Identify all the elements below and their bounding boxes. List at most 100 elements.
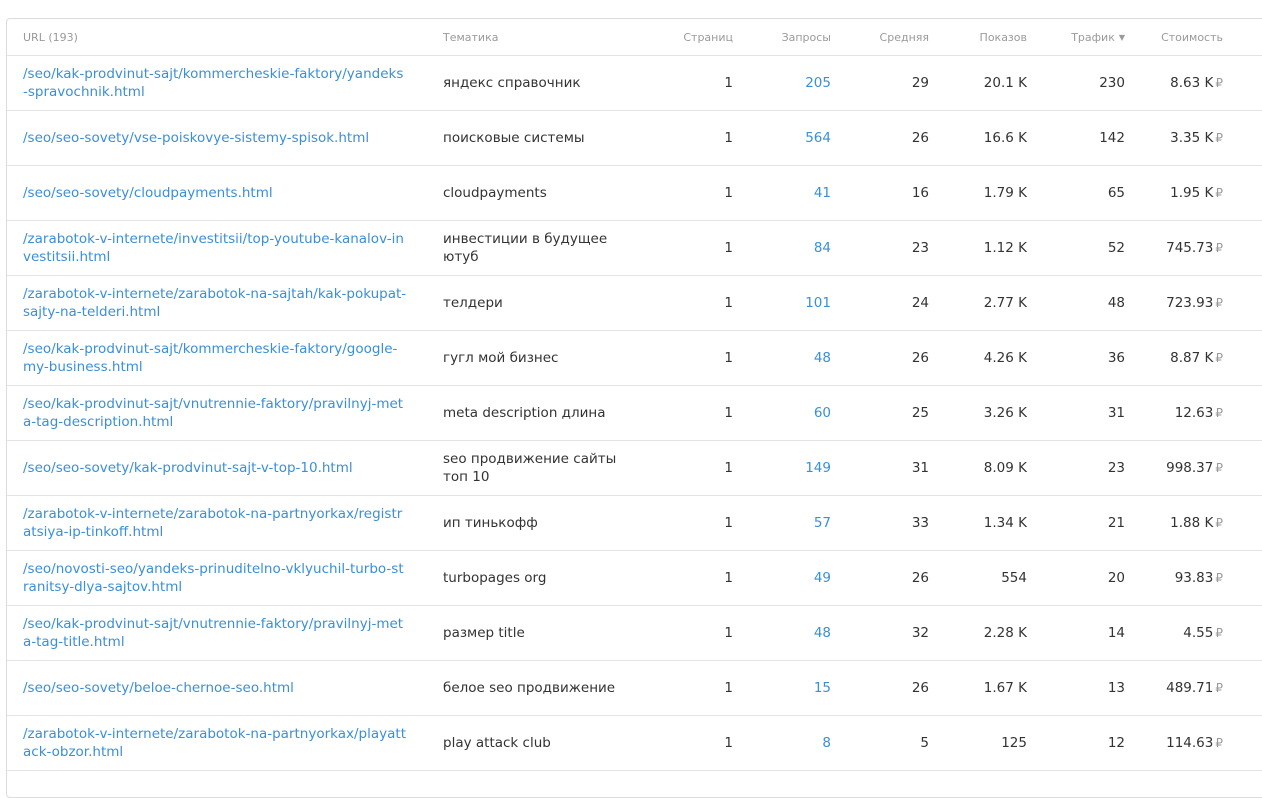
- requests-link[interactable]: 48: [733, 330, 831, 386]
- pages-cell: 1: [627, 385, 733, 441]
- cost-value: 998.37: [1166, 460, 1214, 476]
- ruble-sign: ₽: [1215, 76, 1223, 90]
- average-cell: 5: [831, 715, 929, 771]
- requests-link[interactable]: 149: [733, 440, 831, 496]
- topic-cell: turbopages org: [427, 550, 627, 606]
- topic-cell: cloudpayments: [427, 165, 627, 221]
- pages-cell: 1: [627, 440, 733, 496]
- ruble-sign: ₽: [1215, 736, 1223, 750]
- table-row: /seo/kak-prodvinut-sajt/kommercheskie-fa…: [7, 330, 1262, 386]
- average-cell: 26: [831, 110, 929, 166]
- shows-cell: 1.34 K: [929, 495, 1027, 551]
- header-topic[interactable]: Тематика: [427, 19, 627, 56]
- caret-down-icon: ▼: [1118, 33, 1125, 42]
- topic-cell: белое seo продвижение: [427, 660, 627, 716]
- cost-value: 4.55: [1183, 625, 1214, 641]
- url-link[interactable]: /seo/kak-prodvinut-sajt/kommercheskie-fa…: [7, 55, 427, 111]
- requests-link[interactable]: 15: [733, 660, 831, 716]
- cost-cell: 998.37 ₽: [1125, 440, 1223, 496]
- pages-cell: 1: [627, 275, 733, 331]
- topic-cell: ип тинькофф: [427, 495, 627, 551]
- row-spacer: [1223, 275, 1262, 331]
- header-requests[interactable]: Запросы: [733, 19, 831, 56]
- shows-cell: 3.26 K: [929, 385, 1027, 441]
- ruble-sign: ₽: [1215, 241, 1223, 255]
- url-link[interactable]: /zarabotok-v-internete/zarabotok-na-sajt…: [7, 275, 427, 331]
- url-link[interactable]: /seo/novosti-seo/yandeks-prinuditelno-vk…: [7, 550, 427, 606]
- url-link[interactable]: /seo/seo-sovety/vse-poiskovye-sistemy-sp…: [7, 110, 427, 166]
- url-link[interactable]: /zarabotok-v-internete/zarabotok-na-part…: [7, 495, 427, 551]
- cost-cell: 1.95 K ₽: [1125, 165, 1223, 221]
- traffic-cell: 142: [1027, 110, 1125, 166]
- topic-cell: гугл мой бизнес: [427, 330, 627, 386]
- url-link[interactable]: /seo/kak-prodvinut-sajt/kommercheskie-fa…: [7, 330, 427, 386]
- topic-cell: телдери: [427, 275, 627, 331]
- header-pages[interactable]: Страниц: [627, 19, 733, 56]
- table-row: /zarabotok-v-internete/zarabotok-na-part…: [7, 715, 1262, 771]
- cost-value: 723.93: [1166, 295, 1214, 311]
- ruble-sign: ₽: [1215, 626, 1223, 640]
- requests-link[interactable]: 564: [733, 110, 831, 166]
- url-link[interactable]: /seo/kak-prodvinut-sajt/vnutrennie-fakto…: [7, 605, 427, 661]
- cost-value: 8.63 K: [1170, 75, 1214, 91]
- requests-link[interactable]: 84: [733, 220, 831, 276]
- traffic-cell: 14: [1027, 605, 1125, 661]
- url-link[interactable]: /seo/kak-prodvinut-sajt/vnutrennie-fakto…: [7, 385, 427, 441]
- average-cell: 29: [831, 55, 929, 111]
- row-spacer: [1223, 550, 1262, 606]
- traffic-cell: 31: [1027, 385, 1125, 441]
- header-traffic[interactable]: Трафик ▼: [1027, 19, 1125, 56]
- pages-cell: 1: [627, 715, 733, 771]
- url-table-panel: URL (193) Тематика Страниц Запросы Средн…: [6, 18, 1262, 798]
- requests-link[interactable]: 205: [733, 55, 831, 111]
- url-link[interactable]: /zarabotok-v-internete/zarabotok-na-part…: [7, 715, 427, 771]
- cost-cell: 8.87 K ₽: [1125, 330, 1223, 386]
- table-header-row: URL (193) Тематика Страниц Запросы Средн…: [7, 19, 1262, 56]
- topic-cell: инвестиции в будущее ютуб: [427, 220, 627, 276]
- header-url[interactable]: URL (193): [7, 19, 427, 56]
- requests-link[interactable]: 57: [733, 495, 831, 551]
- table-row: /seo/seo-sovety/beloe-chernoe-seo.html бе…: [7, 660, 1262, 716]
- pages-cell: 1: [627, 55, 733, 111]
- pages-cell: 1: [627, 605, 733, 661]
- pages-cell: 1: [627, 330, 733, 386]
- average-cell: 33: [831, 495, 929, 551]
- table-row: /seo/seo-sovety/cloudpayments.html cloudp…: [7, 165, 1262, 221]
- average-cell: 24: [831, 275, 929, 331]
- requests-link[interactable]: 8: [733, 715, 831, 771]
- shows-cell: 16.6 K: [929, 110, 1027, 166]
- shows-cell: 8.09 K: [929, 440, 1027, 496]
- requests-link[interactable]: 101: [733, 275, 831, 331]
- row-spacer: [1223, 165, 1262, 221]
- header-average[interactable]: Средняя: [831, 19, 929, 56]
- shows-cell: 20.1 K: [929, 55, 1027, 111]
- ruble-sign: ₽: [1215, 296, 1223, 310]
- url-link[interactable]: /seo/seo-sovety/kak-prodvinut-sajt-v-top…: [7, 440, 427, 496]
- pages-cell: 1: [627, 495, 733, 551]
- requests-link[interactable]: 60: [733, 385, 831, 441]
- topic-cell: meta description длина: [427, 385, 627, 441]
- average-cell: 23: [831, 220, 929, 276]
- ruble-sign: ₽: [1215, 351, 1223, 365]
- ruble-sign: ₽: [1215, 681, 1223, 695]
- average-cell: 26: [831, 330, 929, 386]
- row-spacer: [1223, 55, 1262, 111]
- pages-cell: 1: [627, 660, 733, 716]
- cost-cell: 4.55 ₽: [1125, 605, 1223, 661]
- requests-link[interactable]: 48: [733, 605, 831, 661]
- topic-cell: поисковые системы: [427, 110, 627, 166]
- requests-link[interactable]: 49: [733, 550, 831, 606]
- url-link[interactable]: /seo/seo-sovety/beloe-chernoe-seo.html: [7, 660, 427, 716]
- header-shows[interactable]: Показов: [929, 19, 1027, 56]
- table-row: /seo/seo-sovety/kak-prodvinut-sajt-v-top…: [7, 440, 1262, 496]
- average-cell: 16: [831, 165, 929, 221]
- requests-link[interactable]: 41: [733, 165, 831, 221]
- traffic-cell: 20: [1027, 550, 1125, 606]
- url-link[interactable]: /zarabotok-v-internete/investitsii/top-y…: [7, 220, 427, 276]
- table-row: /seo/novosti-seo/yandeks-prinuditelno-vk…: [7, 550, 1262, 606]
- pages-cell: 1: [627, 220, 733, 276]
- ruble-sign: ₽: [1215, 571, 1223, 585]
- url-link[interactable]: /seo/seo-sovety/cloudpayments.html: [7, 165, 427, 221]
- header-cost[interactable]: Стоимость: [1125, 19, 1223, 56]
- row-spacer: [1223, 440, 1262, 496]
